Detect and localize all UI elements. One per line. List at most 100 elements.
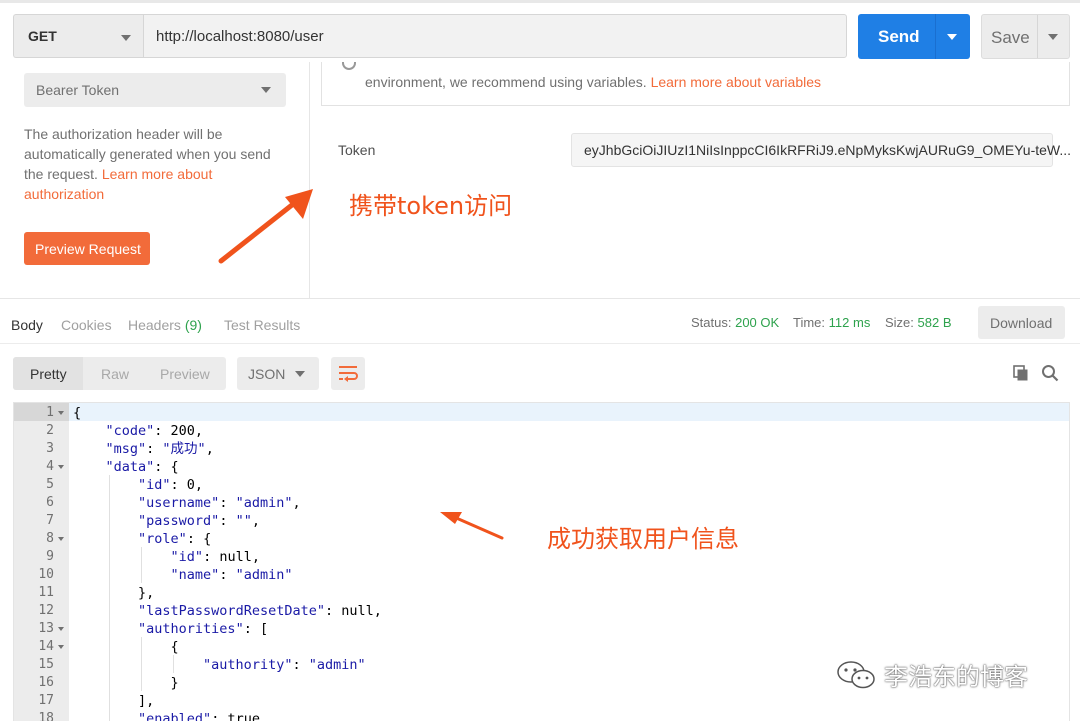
code-line: "lastPasswordResetDate": null, (138, 603, 382, 619)
fold-toggle-icon[interactable] (58, 537, 64, 541)
info-text-body: environment, we recommend using variable… (365, 74, 651, 90)
info-text: environment, we recommend using variable… (365, 74, 821, 90)
wrap-lines-button[interactable] (331, 357, 365, 390)
save-label: Save (991, 28, 1030, 47)
token-label: Token (338, 142, 376, 158)
tab-underline (0, 343, 1080, 344)
tab-cookies[interactable]: Cookies (61, 317, 112, 333)
token-value: eyJhbGciOiJIUzI1NiIsInppcCI6IkRFRiJ9.eNp… (584, 142, 1072, 158)
size-value: 582 B (917, 315, 952, 330)
code-line: "enabled": true, (138, 711, 269, 721)
send-button[interactable]: Send (858, 14, 970, 59)
save-dropdown-icon[interactable] (1048, 34, 1058, 40)
preview-request-button[interactable]: Preview Request (24, 232, 150, 265)
time-label: Time: (793, 315, 826, 330)
code-line: ], (73, 693, 155, 709)
line-number: 17 (38, 693, 54, 708)
preview-request-label: Preview Request (35, 241, 141, 257)
code-line: } (73, 675, 179, 691)
token-input[interactable]: eyJhbGciOiJIUzI1NiIsInppcCI6IkRFRiJ9.eNp… (571, 133, 1071, 167)
chevron-down-icon (261, 87, 271, 93)
code-line: "msg": "成功", (105, 441, 214, 457)
code-line: { (73, 405, 82, 421)
status-label: Status: (691, 315, 732, 330)
line-number: 18 (38, 711, 54, 721)
auth-type-label: Bearer Token (36, 82, 120, 98)
method-select[interactable]: GET (13, 14, 143, 58)
format-preview[interactable]: Preview (160, 366, 210, 382)
status-value: 200 OK (735, 315, 780, 330)
send-divider (935, 14, 936, 59)
info-icon (342, 62, 356, 70)
fold-toggle-icon[interactable] (58, 411, 64, 415)
save-divider (1037, 15, 1038, 58)
wechat-icon (837, 661, 875, 689)
watermark-text: 李浩东的博客 (884, 663, 1028, 691)
format-pretty[interactable]: Pretty (30, 366, 67, 382)
time-value: 112 ms (828, 315, 871, 330)
line-number: 11 (38, 585, 54, 600)
line-number: 3 (46, 441, 54, 456)
line-number: 14 (38, 639, 54, 654)
code-line: "authority": "admin" (203, 657, 366, 673)
code-line: "role": { (138, 531, 212, 547)
code-line: "id": 0, (138, 477, 204, 493)
code-line: "password": "", (138, 513, 260, 529)
format-raw[interactable]: Raw (101, 366, 129, 382)
annotation-token-note: 携带token访问 (349, 192, 513, 220)
size-label: Size: (885, 315, 914, 330)
headers-count: (9) (184, 317, 202, 333)
line-number: 6 (46, 495, 54, 510)
fold-toggle-icon[interactable] (58, 465, 64, 469)
code-line: }, (73, 585, 155, 601)
line-number: 10 (38, 567, 54, 582)
time-readout: Time: 112 ms (793, 315, 870, 330)
code-line: "data": { (105, 459, 179, 475)
line-number: 13 (38, 621, 54, 636)
url-input[interactable]: http://localhost:8080/user (143, 14, 847, 58)
line-number: 15 (38, 657, 54, 672)
line-number: 9 (46, 549, 54, 564)
fold-toggle-icon[interactable] (58, 627, 64, 631)
line-number: 7 (46, 513, 54, 528)
tab-headers-label: Headers (128, 317, 181, 333)
line-number: 5 (46, 477, 54, 492)
line-number: 2 (46, 423, 54, 438)
tab-test-results[interactable]: Test Results (224, 317, 300, 333)
variables-info-box: environment, we recommend using variable… (321, 62, 1070, 106)
search-icon[interactable] (1041, 364, 1059, 382)
content-type-select[interactable]: JSON (237, 357, 319, 390)
send-dropdown-icon[interactable] (947, 34, 957, 40)
copy-icon[interactable] (1013, 365, 1029, 381)
code-line: "code": 200, (105, 423, 204, 439)
download-button[interactable]: Download (978, 306, 1065, 339)
chevron-down-icon (295, 371, 305, 377)
size-readout: Size: 582 B (885, 315, 952, 330)
line-number: 16 (38, 675, 54, 690)
line-number: 8 (46, 531, 54, 546)
learn-more-variables-link[interactable]: Learn more about variables (651, 74, 821, 90)
wrap-lines-icon (339, 366, 358, 382)
url-value: http://localhost:8080/user (156, 28, 324, 45)
content-type-label: JSON (248, 366, 286, 382)
code-line: "username": "admin", (138, 495, 301, 511)
save-button[interactable]: Save (981, 14, 1070, 59)
code-line: "id": null, (170, 549, 260, 565)
annotation-arrow-result (440, 512, 504, 540)
line-number: 12 (38, 603, 54, 618)
tab-body[interactable]: Body (11, 317, 43, 333)
chevron-down-icon (121, 35, 131, 41)
annotation-arrow-token (218, 189, 313, 264)
code-line: { (73, 639, 179, 655)
active-line-highlight (69, 403, 1069, 421)
status-readout: Status: 200 OK (691, 315, 779, 330)
tab-headers[interactable]: Headers (9) (128, 317, 202, 333)
auth-type-select[interactable]: Bearer Token (24, 73, 286, 107)
fold-toggle-icon[interactable] (58, 645, 64, 649)
response-divider (0, 298, 1080, 299)
annotation-result-note: 成功获取用户信息 (547, 525, 739, 553)
line-number: 4 (46, 459, 54, 474)
download-label: Download (990, 315, 1053, 331)
top-strip (0, 0, 1080, 3)
send-label: Send (878, 27, 920, 46)
